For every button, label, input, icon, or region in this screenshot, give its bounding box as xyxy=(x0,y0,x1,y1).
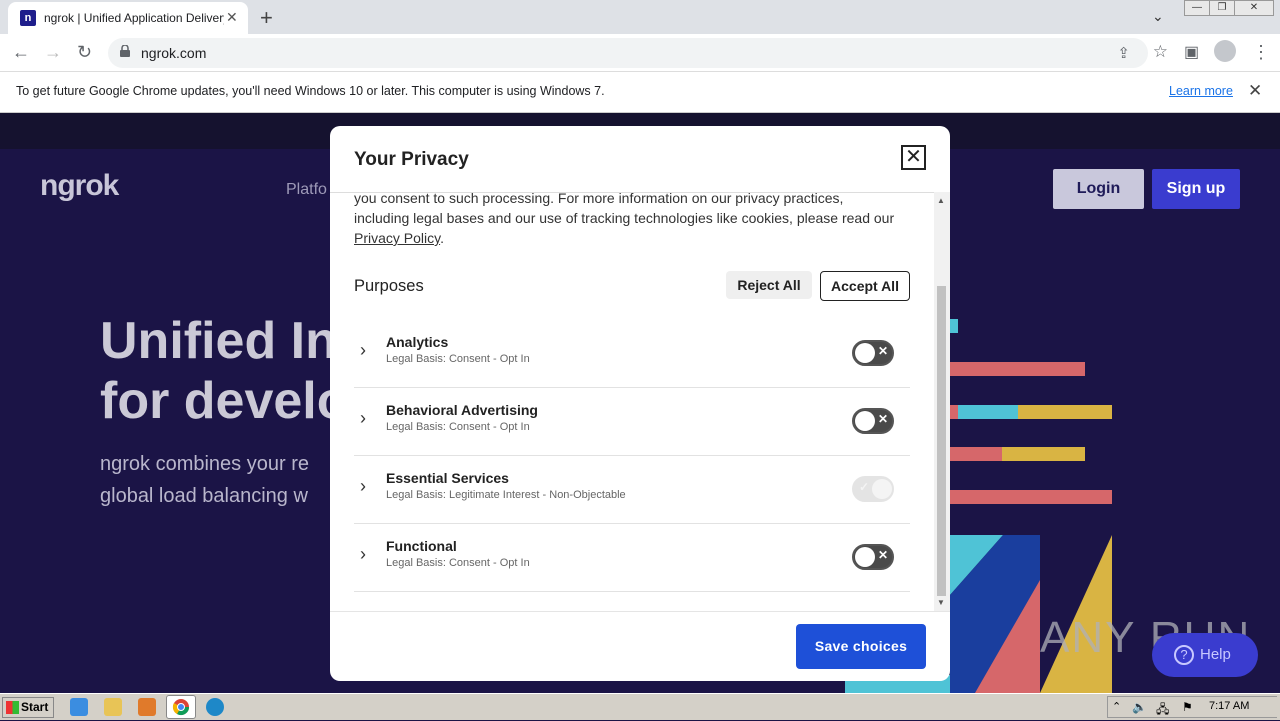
modal-title: Your Privacy xyxy=(354,149,469,170)
purpose-row-essential-services[interactable]: › Essential Services Legal Basis: Legiti… xyxy=(354,456,910,524)
update-infobar: To get future Google Chrome updates, you… xyxy=(0,72,1280,113)
purpose-name: Behavioral Advertising xyxy=(386,402,538,418)
purpose-basis: Legal Basis: Consent - Opt In xyxy=(386,421,530,433)
chrome-icon xyxy=(172,699,190,716)
profile-avatar-icon[interactable] xyxy=(1214,40,1236,62)
behavioral-advertising-toggle[interactable]: ✕ xyxy=(852,408,894,434)
media-player-icon[interactable] xyxy=(138,698,156,716)
explorer-folder-icon[interactable] xyxy=(104,698,122,716)
decor-bar xyxy=(950,362,1085,376)
share-icon[interactable]: ⇪ xyxy=(1117,44,1130,62)
purpose-row-analytics[interactable]: › Analytics Legal Basis: Consent - Opt I… xyxy=(354,320,910,388)
tab-search-chevron-icon[interactable]: ⌄ xyxy=(1152,8,1164,25)
purposes-heading: Purposes xyxy=(354,277,424,295)
purpose-row-functional[interactable]: › Functional Legal Basis: Consent - Opt … xyxy=(354,524,910,592)
side-panel-icon[interactable]: ▣ xyxy=(1184,42,1199,62)
reload-icon[interactable]: ↻ xyxy=(77,42,92,63)
purpose-basis: Legal Basis: Legitimate Interest - Non-O… xyxy=(386,489,626,501)
hero-subtext-line2: global load balancing w xyxy=(100,485,308,507)
privacy-intro-text: you consent to such processing. For more… xyxy=(354,192,914,248)
decor-bar xyxy=(950,447,1002,461)
help-question-icon: ? xyxy=(1174,645,1194,665)
scrollbar-thumb[interactable] xyxy=(937,286,946,596)
purpose-row-behavioral-advertising[interactable]: › Behavioral Advertising Legal Basis: Co… xyxy=(354,388,910,456)
lock-icon xyxy=(120,45,130,57)
functional-toggle[interactable]: ✕ xyxy=(852,544,894,570)
help-label: Help xyxy=(1200,646,1231,663)
chrome-taskbar-button[interactable] xyxy=(166,695,196,719)
purpose-name: Essential Services xyxy=(386,470,509,486)
network-icon[interactable]: 🖧 xyxy=(1156,700,1169,721)
decor-bar xyxy=(958,405,1018,419)
ie-icon[interactable] xyxy=(70,698,88,716)
privacy-policy-link[interactable]: Privacy Policy xyxy=(354,230,440,246)
nav-platform[interactable]: Platfo xyxy=(286,181,327,199)
privacy-intro-line2: including legal bases and our use of tra… xyxy=(354,210,895,226)
login-button[interactable]: Login xyxy=(1053,169,1144,209)
privacy-intro-line1: you consent to such processing. For more… xyxy=(354,192,844,206)
action-center-flag-icon[interactable]: ⚑ xyxy=(1182,700,1193,714)
purpose-name: Analytics xyxy=(386,334,449,350)
analytics-toggle[interactable]: ✕ xyxy=(852,340,894,366)
browser-tab[interactable]: n ngrok | Unified Application Delivery P… xyxy=(8,2,248,34)
tab-title: ngrok | Unified Application Delivery P xyxy=(44,11,224,25)
scroll-up-icon[interactable]: ▲ xyxy=(937,196,945,205)
decor-bar xyxy=(950,490,1112,504)
decor-bar xyxy=(1018,405,1112,419)
windows-logo-icon xyxy=(6,701,19,714)
tab-close-icon[interactable]: ✕ xyxy=(226,9,238,26)
infobar-close-icon[interactable]: ✕ xyxy=(1248,81,1262,101)
signup-button[interactable]: Sign up xyxy=(1152,169,1240,209)
close-window-icon[interactable]: ✕ xyxy=(1234,0,1274,16)
modal-scrollbar[interactable]: ▲ ▼ xyxy=(934,192,950,612)
more-menu-icon[interactable]: ⋮ xyxy=(1252,42,1270,63)
browser-toolbar: ← → ↻ ngrok.com ⇪ ☆ ▣ ⋮ xyxy=(0,34,1280,72)
hero-heading-line1: Unified In xyxy=(100,312,337,370)
modal-close-icon[interactable]: ✕ xyxy=(901,145,926,170)
modal-scroll-body[interactable]: you consent to such processing. For more… xyxy=(330,192,934,612)
ngrok-favicon-icon: n xyxy=(20,10,36,26)
save-choices-button[interactable]: Save choices xyxy=(796,624,926,669)
taskbar-clock[interactable]: 7:17 AM xyxy=(1209,700,1249,712)
reject-all-button[interactable]: Reject All xyxy=(726,271,812,299)
browser-tab-strip: n ngrok | Unified Application Delivery P… xyxy=(0,0,1280,34)
decor-bar xyxy=(950,319,958,333)
bookmark-star-icon[interactable]: ☆ xyxy=(1153,42,1168,62)
modal-footer: Save choices xyxy=(330,611,950,681)
edge-icon[interactable] xyxy=(206,698,224,716)
purpose-basis: Legal Basis: Consent - Opt In xyxy=(386,557,530,569)
chevron-right-icon[interactable]: › xyxy=(360,340,366,361)
new-tab-icon[interactable]: + xyxy=(260,5,273,31)
volume-icon[interactable]: 🔈 xyxy=(1132,700,1147,714)
scroll-down-icon[interactable]: ▼ xyxy=(937,598,945,607)
windows-taskbar: Start ⌃ 🔈 🖧 ⚑ 7:17 AM xyxy=(0,693,1280,720)
restore-window-icon[interactable]: ❐ xyxy=(1209,0,1235,16)
help-button[interactable]: ? Help xyxy=(1152,633,1258,677)
accept-all-button[interactable]: Accept All xyxy=(820,271,910,301)
system-tray: ⌃ 🔈 🖧 ⚑ xyxy=(1107,696,1277,718)
hero-subtext-line1: ngrok combines your re xyxy=(100,453,309,475)
infobar-message: To get future Google Chrome updates, you… xyxy=(16,84,605,98)
purpose-name: Functional xyxy=(386,538,457,554)
decor-bar xyxy=(950,405,958,419)
hero-heading-line2: for develo xyxy=(100,372,349,430)
minimize-window-icon[interactable]: — xyxy=(1184,0,1210,16)
chevron-right-icon[interactable]: › xyxy=(360,544,366,565)
back-arrow-icon[interactable]: ← xyxy=(12,42,30,63)
ngrok-logo[interactable]: ngrok xyxy=(40,169,119,203)
essential-services-toggle: ✓ xyxy=(852,476,894,502)
url-text: ngrok.com xyxy=(141,45,207,61)
decor-bar xyxy=(1002,447,1085,461)
chevron-right-icon[interactable]: › xyxy=(360,408,366,429)
privacy-modal: Your Privacy ✕ you consent to such proce… xyxy=(330,126,950,681)
tray-arrow-icon[interactable]: ⌃ xyxy=(1112,700,1121,713)
learn-more-link[interactable]: Learn more xyxy=(1169,84,1233,98)
start-label: Start xyxy=(21,700,49,714)
chevron-right-icon[interactable]: › xyxy=(360,476,366,497)
start-button[interactable]: Start xyxy=(2,697,54,718)
forward-arrow-icon[interactable]: → xyxy=(44,42,62,63)
address-bar[interactable]: ngrok.com ⇪ ☆ xyxy=(108,38,1168,68)
purpose-basis: Legal Basis: Consent - Opt In xyxy=(386,353,530,365)
